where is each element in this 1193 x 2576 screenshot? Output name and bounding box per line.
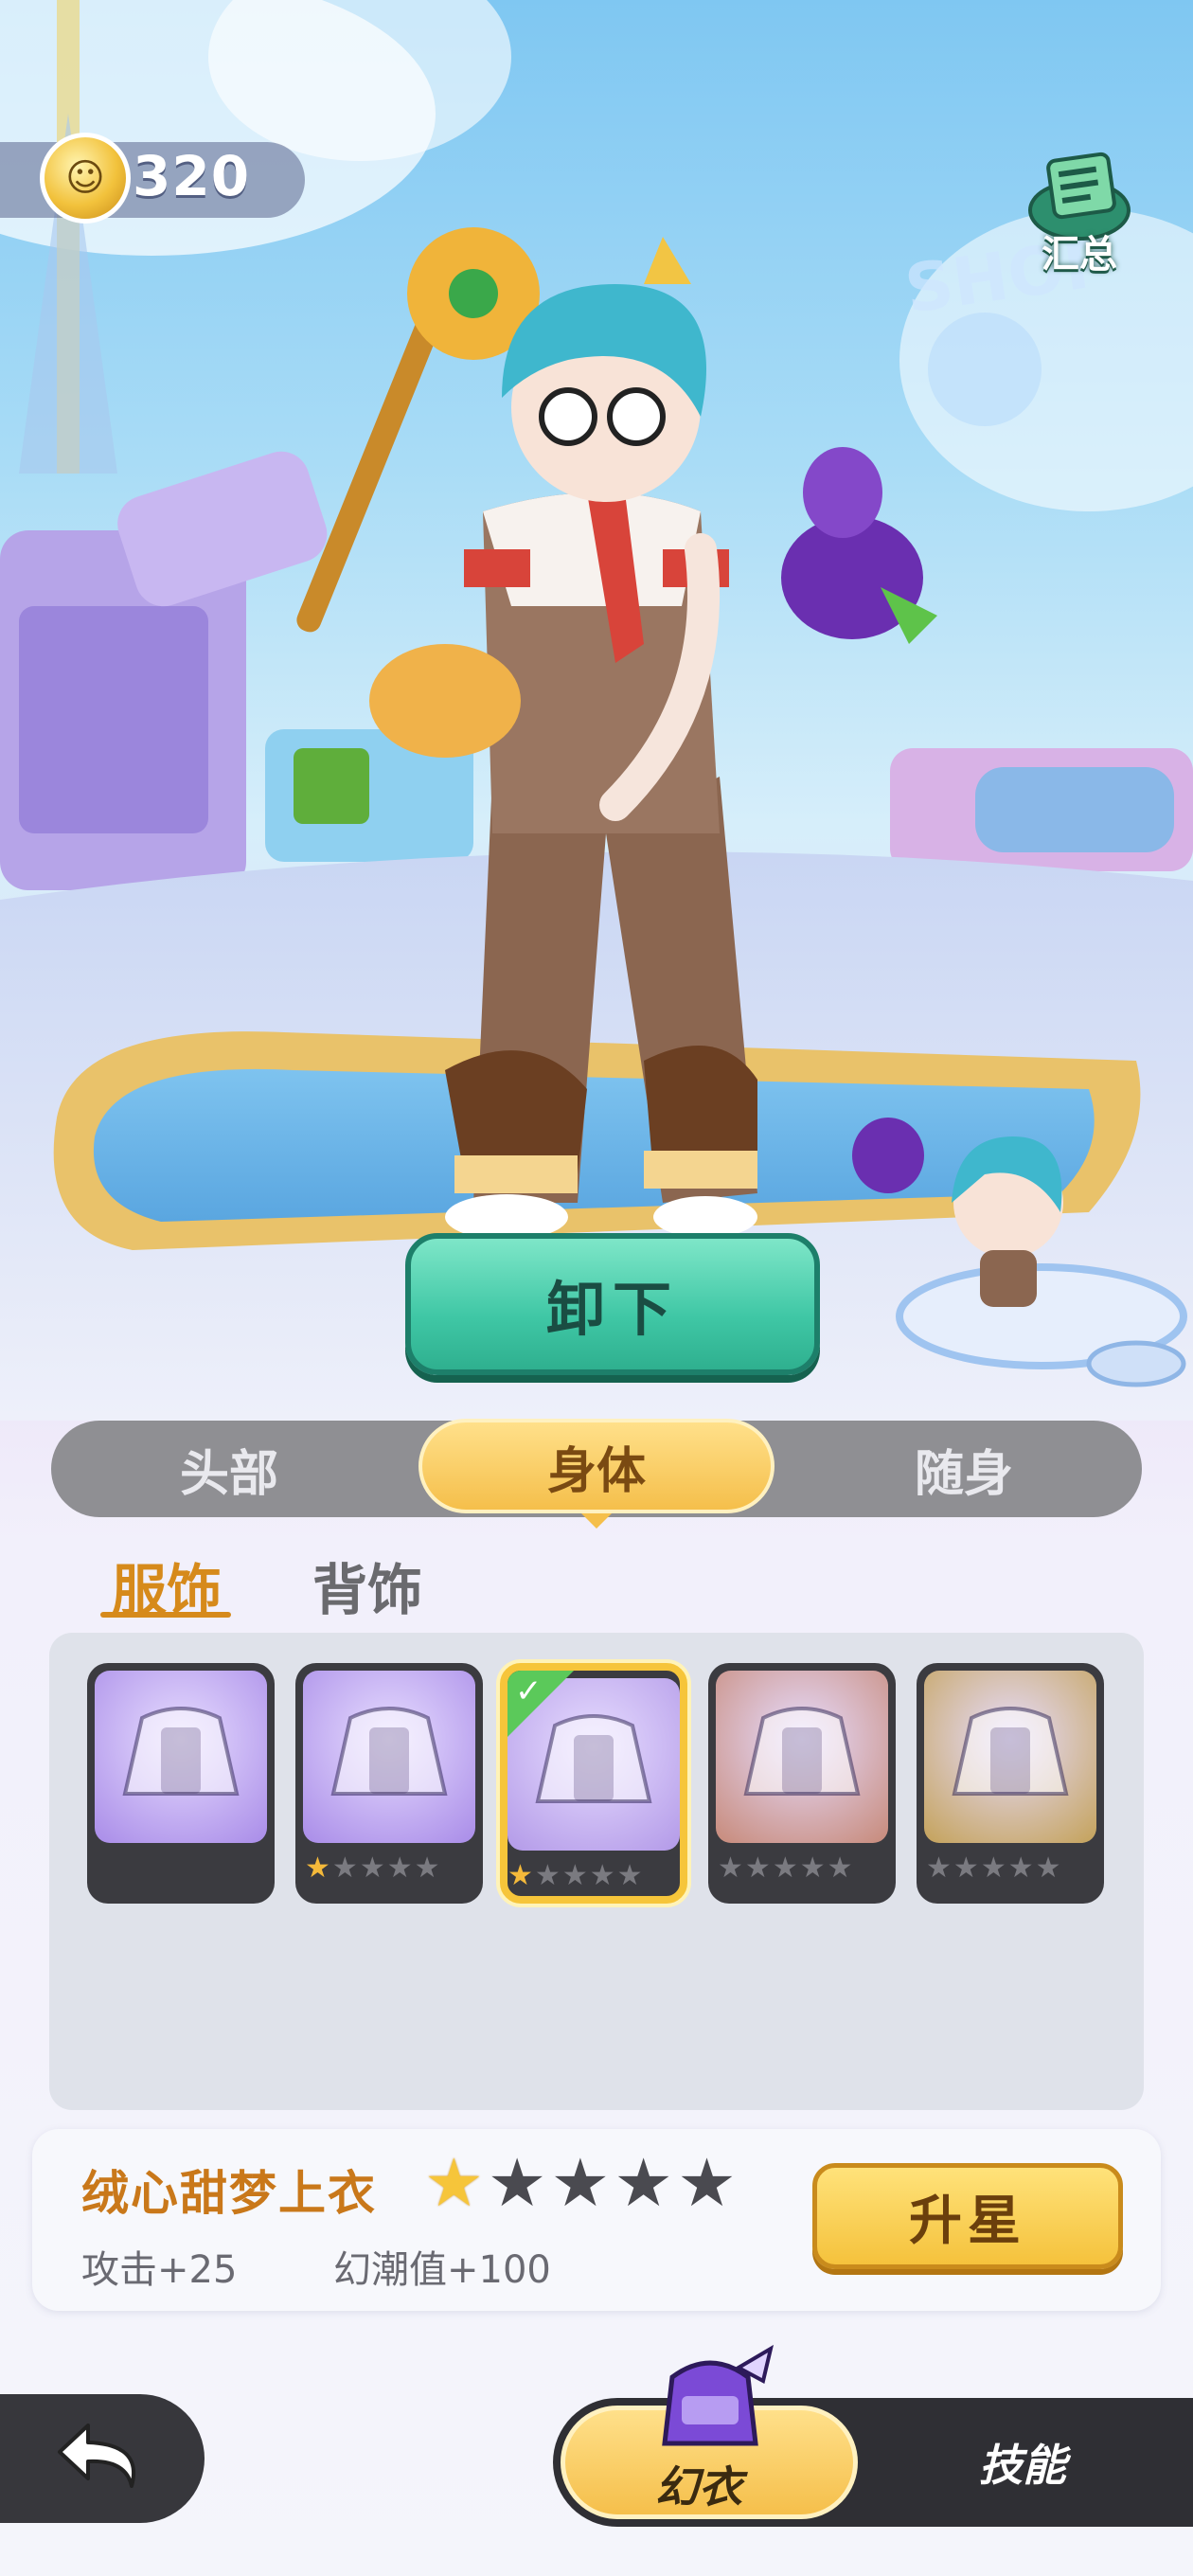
star-icon: ★ [550,2144,611,2222]
tab-head-label: 头部 [179,1445,278,1503]
star-icon: ★ [589,1859,615,1892]
star-icon: ★ [953,1852,979,1885]
item-art-blue-jacket [95,1671,267,1843]
star-icon: ★ [744,1852,771,1885]
star-icon: ★ [561,1859,588,1892]
item-card-blue-jacket[interactable] [87,1663,275,1904]
stat-phantom-tide: 幻潮值+100 [333,2248,551,2292]
game-screen: SHOP ☺ 320 汇总 卸下 头部 身体 随身 服饰 背饰 ★ ★ ★ ★ … [0,0,1193,2576]
item-stars: ★ ★ ★ ★ ★ [718,1854,886,1883]
star-icon: ★ [772,1852,798,1885]
star-icon: ★ [614,2144,674,2222]
star-icon: ★ [386,1852,413,1885]
star-icon: ★ [1035,1852,1061,1885]
item-art-white-robe [716,1671,888,1843]
star-icon: ★ [718,1852,743,1885]
item-card-overalls-top[interactable]: ✓ ★ ★ ★ ★ ★ [500,1663,687,1904]
star-icon: ★ [507,1859,533,1892]
selected-tab-caret [581,1513,612,1529]
tab-costume-label: 幻衣 [655,2461,742,2513]
star-icon: ★ [1007,1852,1034,1885]
check-mark-icon: ✓ [515,1673,543,1710]
item-star-rating: ★ ★ ★ ★ ★ [424,2150,737,2216]
item-stars: ★ ★ ★ ★ ★ [926,1854,1095,1883]
back-button[interactable] [0,2394,205,2523]
stat-attack: 攻击+25 [81,2248,238,2292]
tab-body[interactable]: 身体 [418,1419,775,1513]
upgrade-label: 升星 [909,2190,1026,2252]
subtab-back-accessory[interactable]: 背饰 [312,1546,422,1625]
star-icon: ★ [534,1859,561,1892]
star-icon: ★ [359,1852,385,1885]
coin-icon: ☺ [40,133,131,224]
item-card-armor-suit[interactable]: ★ ★ ★ ★ ★ [917,1663,1104,1904]
tab-skill-label: 技能 [979,2440,1066,2491]
star-icon: ★ [926,1852,952,1885]
star-icon: ★ [424,2144,484,2222]
tab-skill[interactable]: 技能 [909,2406,1136,2519]
item-card-white-robe[interactable]: ★ ★ ★ ★ ★ [708,1663,896,1904]
back-arrow-icon [58,2424,135,2488]
item-art-purple-jacket [303,1671,475,1843]
star-icon: ★ [616,1859,643,1892]
tab-body-label: 身体 [546,1442,646,1500]
star-icon: ★ [980,1852,1006,1885]
star-icon: ★ [305,1852,330,1885]
tab-head[interactable]: 头部 [51,1421,407,1517]
item-card-purple-jacket[interactable]: ★ ★ ★ ★ ★ [295,1663,483,1904]
subtab-underline [100,1612,231,1618]
upgrade-star-button[interactable]: 升星 [812,2163,1123,2269]
item-name: 绒心甜梦上衣 [81,2166,377,2221]
unequip-label: 卸下 [545,1275,679,1344]
star-icon: ★ [827,1852,853,1885]
star-icon: ★ [331,1852,358,1885]
item-art-armor-suit [924,1671,1096,1843]
star-icon: ★ [677,2144,737,2222]
currency-value: 320 [133,144,251,208]
tab-carry[interactable]: 随身 [786,1421,1142,1517]
unequip-button[interactable]: 卸下 [405,1233,820,1375]
summary-label: 汇总 [1042,233,1117,277]
item-stars: ★ ★ ★ ★ ★ [507,1862,676,1890]
star-icon: ★ [414,1852,440,1885]
star-icon: ★ [487,2144,547,2222]
eggplant-pet [781,447,937,644]
tab-carry-label: 随身 [914,1445,1013,1503]
item-stars: ★ ★ ★ ★ ★ [305,1854,473,1883]
costume-icon [662,2344,775,2446]
star-icon: ★ [799,1852,826,1885]
